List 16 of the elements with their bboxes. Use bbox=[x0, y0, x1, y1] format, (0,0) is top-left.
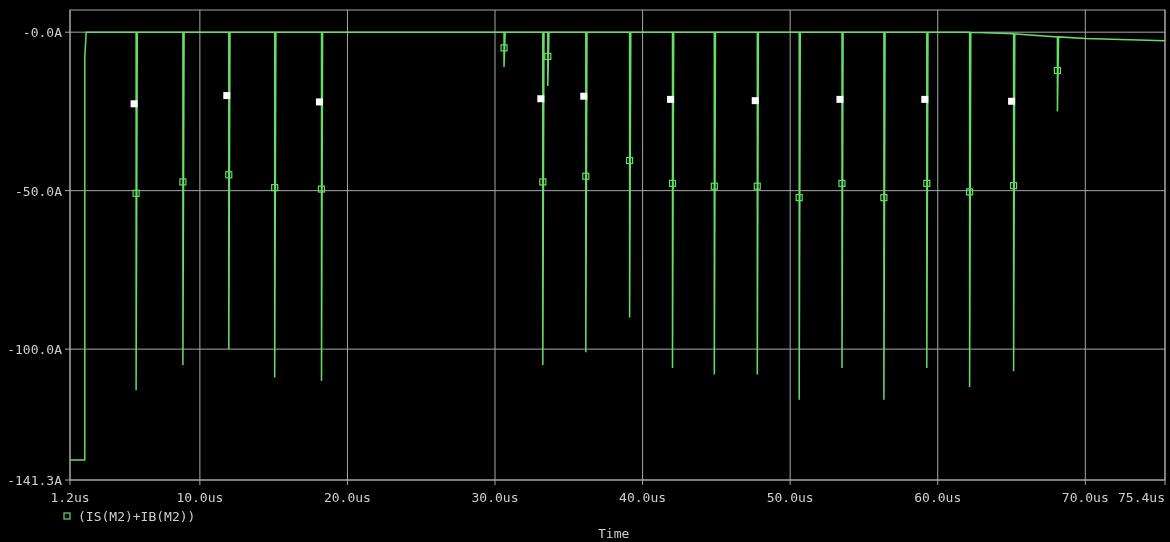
x-axis-tick-label: 75.4us bbox=[1118, 490, 1165, 505]
x-axis-tick-label: 10.0us bbox=[176, 490, 224, 505]
x-axis-tick-label: 1.2us bbox=[50, 490, 90, 505]
x-axis-tick-label: 50.0us bbox=[766, 490, 814, 505]
x-axis-tick-label: 40.0us bbox=[619, 490, 667, 505]
legend-marker-icon bbox=[63, 512, 71, 520]
x-axis-tick-label: 30.0us bbox=[471, 490, 519, 505]
x-axis-tick-label: 70.0us bbox=[1061, 490, 1109, 505]
x-axis-tick-label: 20.0us bbox=[323, 490, 371, 505]
y-axis-tick-label: -0.0A bbox=[22, 25, 62, 41]
x-axis-tick-label: 60.0us bbox=[914, 490, 962, 505]
legend-label: (IS(M2)+IB(M2)) bbox=[78, 509, 196, 524]
y-axis-tick-label: -141.3A bbox=[7, 473, 62, 488]
x-axis-title: Time bbox=[598, 526, 630, 541]
y-axis-tick-label: -100.0A bbox=[7, 342, 62, 358]
y-axis-tick-label: -50.0A bbox=[15, 183, 62, 199]
